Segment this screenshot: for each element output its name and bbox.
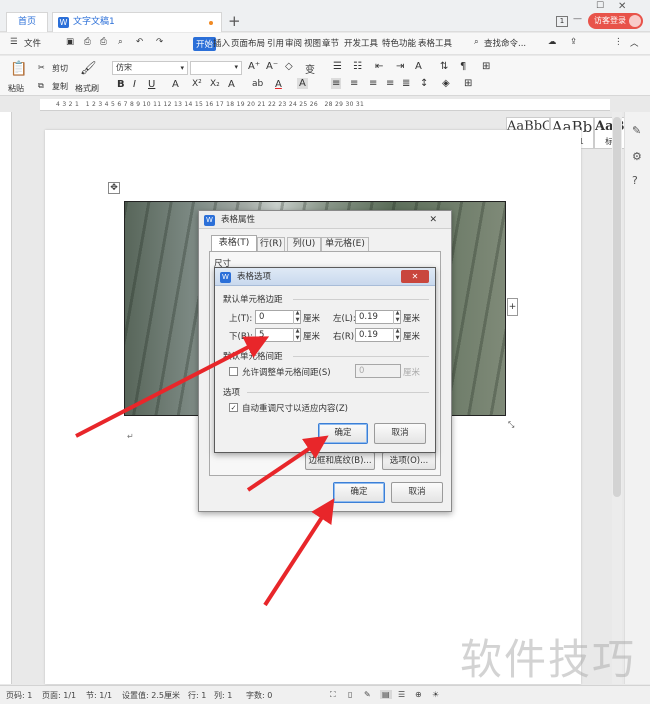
watermark-text: 软件技巧 <box>460 635 637 684</box>
status-section: 节: 1/1 <box>86 691 113 700</box>
page-view-icon[interactable]: ▤ <box>380 690 392 699</box>
web-view-icon[interactable]: ⊕ <box>415 690 422 699</box>
outline-view-icon[interactable]: ☰ <box>398 690 405 699</box>
status-setting: 设置值: 2.5厘米 <box>122 691 180 700</box>
arrow-to-properties-ok <box>263 498 335 607</box>
arrow-to-bottom-margin <box>75 336 270 438</box>
eye-protect-icon[interactable]: ☀ <box>432 690 439 699</box>
status-page: 页码: 1 <box>6 691 33 700</box>
arrow-to-options-ok <box>246 435 329 492</box>
status-bar: 页码: 1 页面: 1/1 节: 1/1 设置值: 2.5厘米 行: 1 列: … <box>0 685 650 704</box>
fullscreen-icon[interactable]: ⛶ <box>330 690 336 700</box>
status-col: 列: 1 <box>214 691 233 700</box>
status-words[interactable]: 字数: 0 <box>246 690 272 701</box>
status-pages: 页面: 1/1 <box>42 691 77 700</box>
instruction-arrows <box>75 336 335 607</box>
reading-mode-icon[interactable]: ▯ <box>348 690 352 699</box>
edit-mode-icon[interactable]: ✎ <box>364 690 371 699</box>
status-row: 行: 1 <box>188 691 207 700</box>
